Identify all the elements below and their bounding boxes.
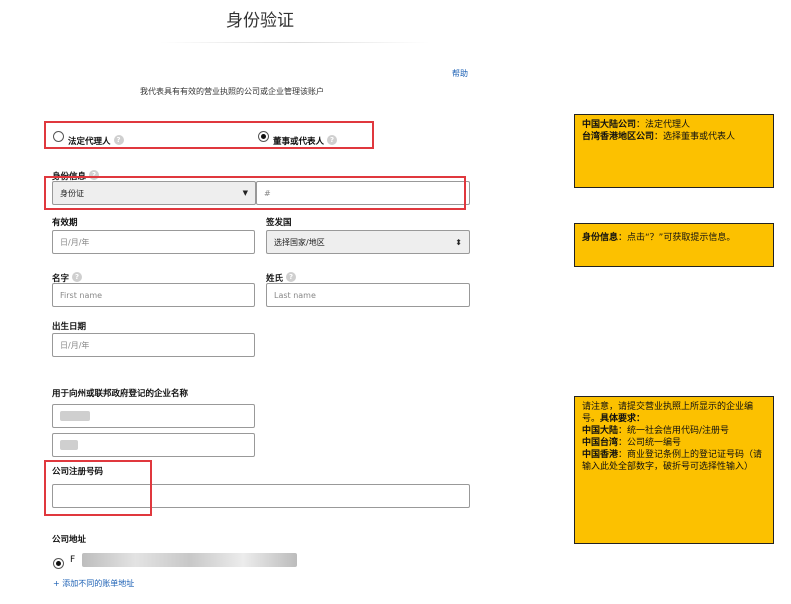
help-question-icon[interactable]: ? bbox=[72, 271, 83, 282]
radio-director-label: 董事或代表人 bbox=[273, 137, 325, 147]
note3-b3: 中国香港 bbox=[582, 450, 619, 460]
first-name-placeholder: First name bbox=[60, 290, 103, 300]
company-name-input-1[interactable] bbox=[52, 404, 255, 428]
identity-highlight bbox=[44, 176, 466, 210]
note3-b1: 中国大陆 bbox=[582, 426, 619, 436]
validity-input[interactable]: 日/月/年 bbox=[52, 230, 255, 254]
note-registration: 请注意，请提交营业执照上所显示的企业编号。具体要求： 中国大陆：统一社会信用代码… bbox=[574, 396, 774, 544]
radio-director[interactable] bbox=[258, 131, 269, 142]
issuer-label: 签发国 bbox=[266, 218, 292, 228]
note1-b1: 中国大陆公司 bbox=[582, 120, 637, 130]
note3-t1: ：统一社会信用代码/注册号 bbox=[618, 426, 730, 436]
help-question-icon[interactable]: ? bbox=[286, 271, 297, 282]
add-billing-address-link[interactable]: + 添加不同的账单地址 bbox=[53, 578, 134, 589]
reg-no-highlight bbox=[44, 460, 152, 516]
radio-director-label-wrap: 董事或代表人? bbox=[273, 129, 338, 148]
help-question-icon[interactable]: ? bbox=[327, 134, 338, 145]
note-role: 中国大陆公司：法定代理人 台湾香港地区公司：选择董事或代表人 bbox=[574, 114, 774, 188]
redacted-text bbox=[60, 411, 90, 421]
note3-intro-bold: 具体要求： bbox=[600, 414, 646, 424]
address-radio[interactable] bbox=[53, 558, 64, 569]
validity-label: 有效期 bbox=[52, 218, 78, 228]
first-name-input[interactable]: First name bbox=[52, 283, 255, 307]
redacted-text bbox=[60, 440, 78, 450]
issuer-value: 选择国家/地区 bbox=[274, 237, 325, 247]
note3-t2: ：公司统一编号 bbox=[618, 438, 682, 448]
note1-b2: 台湾香港地区公司 bbox=[582, 132, 655, 142]
last-name-input[interactable]: Last name bbox=[266, 283, 470, 307]
title-divider bbox=[160, 42, 430, 43]
radio-legal-agent-label: 法定代理人 bbox=[68, 137, 111, 147]
birth-placeholder: 日/月/年 bbox=[60, 340, 90, 350]
select-arrows-icon: ⬍ bbox=[455, 237, 462, 247]
birth-label: 出生日期 bbox=[52, 322, 87, 332]
last-name-placeholder: Last name bbox=[274, 290, 316, 300]
redacted-address bbox=[82, 553, 297, 567]
validity-placeholder: 日/月/年 bbox=[60, 237, 90, 247]
radio-legal-agent-label-wrap: 法定代理人? bbox=[68, 129, 124, 148]
note2-b1: 身份信息 bbox=[582, 233, 619, 243]
page-title: 身份验证 bbox=[226, 11, 294, 31]
page-subtitle: 我代表具有有效的营业执照的公司或企业管理该账户 bbox=[140, 87, 324, 96]
company-name-label: 用于向州或联邦政府登记的企业名称 bbox=[52, 389, 189, 399]
address-label: 公司地址 bbox=[52, 535, 87, 545]
note2-t1: ：点击“？”可获取提示信息。 bbox=[618, 233, 736, 243]
note3-b2: 中国台湾 bbox=[582, 438, 619, 448]
help-question-icon[interactable]: ? bbox=[113, 134, 124, 145]
note1-t2: ：选择董事或代表人 bbox=[654, 132, 736, 142]
birth-input[interactable]: 日/月/年 bbox=[52, 333, 255, 357]
radio-legal-agent[interactable] bbox=[53, 131, 64, 142]
note1-t1: ：法定代理人 bbox=[636, 120, 691, 130]
issuer-select[interactable]: 选择国家/地区 ⬍ bbox=[266, 230, 470, 254]
address-prefix: F bbox=[70, 555, 76, 565]
company-name-input-2[interactable] bbox=[52, 433, 255, 457]
help-link[interactable]: 帮助 bbox=[452, 68, 468, 79]
note-identity: 身份信息：点击“？”可获取提示信息。 bbox=[574, 223, 774, 267]
